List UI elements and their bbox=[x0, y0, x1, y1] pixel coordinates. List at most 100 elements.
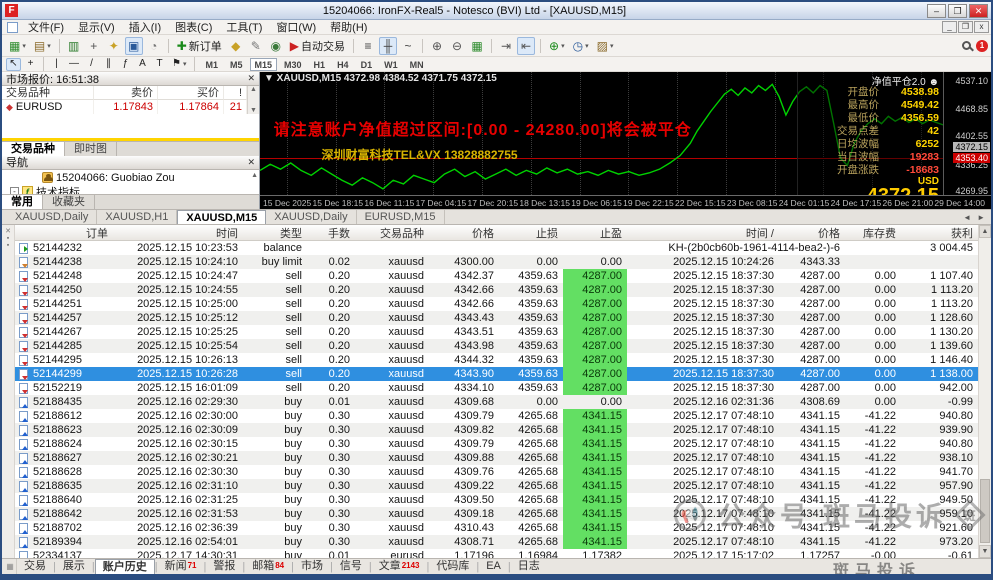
order-row[interactable]: 521886232025.12.16 02:30:09buy0.30xauusd… bbox=[15, 423, 978, 437]
notification-badge[interactable]: 1 bbox=[976, 40, 988, 52]
chart-tab-xauusd-daily[interactable]: XAUUSD,Daily bbox=[266, 210, 356, 224]
toolbar-equidistant-channel-button[interactable]: ∥ bbox=[101, 58, 116, 71]
orders-header-row[interactable]: 订单时间类型手数交易品种价格止损止盈时间 /价格库存费获利 bbox=[15, 225, 978, 241]
order-row[interactable]: 521442382025.12.15 10:24:10buy limit0.02… bbox=[15, 255, 978, 269]
menu-i[interactable]: 插入(I) bbox=[122, 19, 168, 35]
toolbar-trendline-button[interactable]: / bbox=[84, 58, 99, 71]
toolbox-tab-文章[interactable]: 文章2143 bbox=[372, 559, 427, 574]
toolbar-metaeditor-button[interactable]: ✎ bbox=[247, 37, 265, 55]
toolbox-tab-交易[interactable]: 交易 bbox=[17, 559, 53, 574]
toolbox-tab-日志[interactable]: 日志 bbox=[511, 559, 547, 574]
timeframe-mn-button[interactable]: MN bbox=[405, 58, 429, 71]
market-watch-scroll[interactable]: ▲▼ bbox=[247, 86, 259, 114]
time-axis[interactable]: 15 Dec 202515 Dec 18:1516 Dec 11:1517 De… bbox=[260, 195, 991, 209]
menu-c[interactable]: 图表(C) bbox=[168, 19, 219, 35]
timeframe-m1-button[interactable]: M1 bbox=[200, 58, 223, 71]
market-watch-column-header[interactable]: ! bbox=[224, 86, 247, 100]
order-row[interactable]: 521886422025.12.16 02:31:53buy0.30xauusd… bbox=[15, 507, 978, 521]
tree-expander-icon[interactable]: - bbox=[10, 187, 19, 194]
toolbar-text-label-button[interactable]: A bbox=[135, 58, 150, 71]
order-row[interactable]: 521442672025.12.15 10:25:25sell0.20xauus… bbox=[15, 325, 978, 339]
orders-scrollbar[interactable]: ▲ ▼ bbox=[978, 225, 991, 558]
close-button[interactable]: ✕ bbox=[969, 4, 988, 18]
toolbar-new-order-button[interactable]: ✚新订单 bbox=[174, 37, 225, 55]
toolbar-periods-button[interactable]: ◷▾ bbox=[570, 37, 592, 55]
orders-column-header[interactable]: 价格 bbox=[779, 225, 845, 241]
restore-button[interactable]: ❐ bbox=[948, 4, 967, 18]
navigator-tab[interactable]: 收藏夹 bbox=[43, 195, 95, 209]
toolbar-market-watch-button[interactable]: ▥ bbox=[65, 37, 83, 55]
order-row[interactable]: 523341372025.12.17 14:30:31buy0.01eurusd… bbox=[15, 549, 978, 558]
toolbar-chart-shift-button[interactable]: ⇤ bbox=[517, 37, 535, 55]
order-row[interactable]: 521442322025.12.15 10:23:53balanceKH-(2b… bbox=[15, 241, 978, 255]
toolbar-strategy-tester-button[interactable]: ◔ bbox=[145, 37, 163, 55]
toolbar-data-window-button[interactable]: + bbox=[85, 37, 103, 55]
orders-column-header[interactable]: 交易品种 bbox=[355, 225, 429, 241]
toolbar-toolbox-button[interactable]: ▣ bbox=[125, 37, 143, 55]
toolbar-chart-line-button[interactable]: ~ bbox=[399, 37, 417, 55]
navigator-item[interactable]: 15204066: Guobiao Zou bbox=[2, 171, 259, 185]
order-row[interactable]: 521442482025.12.15 10:24:47sell0.20xauus… bbox=[15, 269, 978, 283]
navigator-item[interactable]: -ƒ技术指标 bbox=[2, 185, 259, 195]
timeframe-w1-button[interactable]: W1 bbox=[379, 58, 403, 71]
order-row[interactable]: 521884352025.12.16 02:29:30buy0.01xauusd… bbox=[15, 395, 978, 409]
market-watch-tab[interactable]: 即时图 bbox=[65, 142, 117, 156]
order-row[interactable]: 521887022025.12.16 02:36:39buy0.30xauusd… bbox=[15, 521, 978, 535]
toolbar-arrow-objects-button[interactable]: ⚑▾ bbox=[169, 58, 189, 71]
market-watch-close-icon[interactable]: ✕ bbox=[247, 73, 255, 84]
toolbar-zoom-out-button[interactable]: ⊖ bbox=[448, 37, 466, 55]
orders-column-header[interactable]: 时间 bbox=[113, 225, 243, 241]
order-row[interactable]: 521442502025.12.15 10:24:55sell0.20xauus… bbox=[15, 283, 978, 297]
order-row[interactable]: 521886122025.12.16 02:30:00buy0.30xauusd… bbox=[15, 409, 978, 423]
toolbar-zoom-in-button[interactable]: ⊕ bbox=[428, 37, 446, 55]
price-axis[interactable]: 4537.104468.854402.554336.254269.954372.… bbox=[943, 72, 991, 195]
timeframe-h4-button[interactable]: H4 bbox=[332, 58, 354, 71]
symbol-row[interactable]: ◆EURUSD bbox=[2, 100, 94, 114]
toolbar-text-box-button[interactable]: T bbox=[152, 58, 167, 71]
toolbox-tab-账户历史[interactable]: 账户历史 bbox=[95, 559, 155, 574]
toolbar-templates-button[interactable]: ▨▾ bbox=[594, 37, 617, 55]
timeframe-m30-button[interactable]: M30 bbox=[279, 58, 307, 71]
scrollbar-thumb[interactable] bbox=[980, 479, 990, 543]
toolbox-tab-警报[interactable]: 警报 bbox=[206, 559, 242, 574]
chart-tab-xauusd-m15[interactable]: XAUUSD,M15 bbox=[177, 210, 266, 224]
toolbar-chart-candles-button[interactable]: ╫ bbox=[379, 37, 397, 55]
orders-column-header[interactable]: 库存费 bbox=[845, 225, 901, 241]
menu-f[interactable]: 文件(F) bbox=[21, 19, 71, 35]
timeframe-h1-button[interactable]: H1 bbox=[309, 58, 331, 71]
order-row[interactable]: 521886242025.12.16 02:30:15buy0.30xauusd… bbox=[15, 437, 978, 451]
toolbar-expert-advisors-button[interactable]: ◆ bbox=[227, 37, 245, 55]
order-row[interactable]: 521442952025.12.15 10:26:13sell0.20xauus… bbox=[15, 353, 978, 367]
toolbar-vertical-line-button[interactable]: | bbox=[49, 58, 64, 71]
orders-column-header[interactable]: 止损 bbox=[499, 225, 563, 241]
order-row[interactable]: 521893942025.12.16 02:54:01buy0.30xauusd… bbox=[15, 535, 978, 549]
orders-column-header[interactable]: 获利 bbox=[901, 225, 978, 241]
toolbar-profiles-button[interactable]: ▤▾ bbox=[31, 37, 54, 55]
order-row[interactable]: 521442852025.12.15 10:25:54sell0.20xauus… bbox=[15, 339, 978, 353]
toolbar-cursor-button[interactable]: ↖ bbox=[6, 58, 21, 71]
order-row[interactable]: 521522192025.12.15 16:01:09sell0.20xauus… bbox=[15, 381, 978, 395]
order-row[interactable]: 521442992025.12.15 10:26:28sell0.20xauus… bbox=[15, 367, 978, 381]
scrollbar-down-icon[interactable]: ▼ bbox=[979, 545, 991, 558]
orders-column-header[interactable]: 价格 bbox=[429, 225, 499, 241]
toolbar-indicators-button[interactable]: ⊕▾ bbox=[546, 37, 568, 55]
orders-column-header[interactable]: 类型 bbox=[243, 225, 307, 241]
toolbox-tab-信号[interactable]: 信号 bbox=[333, 559, 369, 574]
chart-plot[interactable]: ▼ XAUUSD,M15 4372.98 4384.52 4371.75 437… bbox=[260, 72, 943, 195]
orders-column-header[interactable]: 手数 bbox=[307, 225, 355, 241]
market-watch-column-header[interactable]: 交易品种 bbox=[2, 86, 94, 100]
timeframe-m15-button[interactable]: M15 bbox=[250, 58, 278, 71]
order-row[interactable]: 521442512025.12.15 10:25:00sell0.20xauus… bbox=[15, 297, 978, 311]
toolbar-crosshair-button[interactable]: + bbox=[23, 58, 38, 71]
orders-column-header[interactable]: 时间 / bbox=[627, 225, 779, 241]
market-watch-column-header[interactable]: 买价 bbox=[158, 86, 224, 100]
mdi-close-button[interactable]: x bbox=[974, 21, 989, 33]
chart-tab-scroll[interactable]: ◄► bbox=[963, 210, 991, 224]
toolbox-tab-代码库[interactable]: 代码库 bbox=[429, 559, 476, 574]
toolbox-tab-展示[interactable]: 展示 bbox=[56, 559, 92, 574]
mdi-restore-button[interactable]: ❐ bbox=[958, 21, 973, 33]
toolbox-tab-市场[interactable]: 市场 bbox=[294, 559, 330, 574]
mdi-minimize-button[interactable]: _ bbox=[942, 21, 957, 33]
order-row[interactable]: 521886272025.12.16 02:30:21buy0.30xauusd… bbox=[15, 451, 978, 465]
menu-t[interactable]: 工具(T) bbox=[219, 19, 269, 35]
